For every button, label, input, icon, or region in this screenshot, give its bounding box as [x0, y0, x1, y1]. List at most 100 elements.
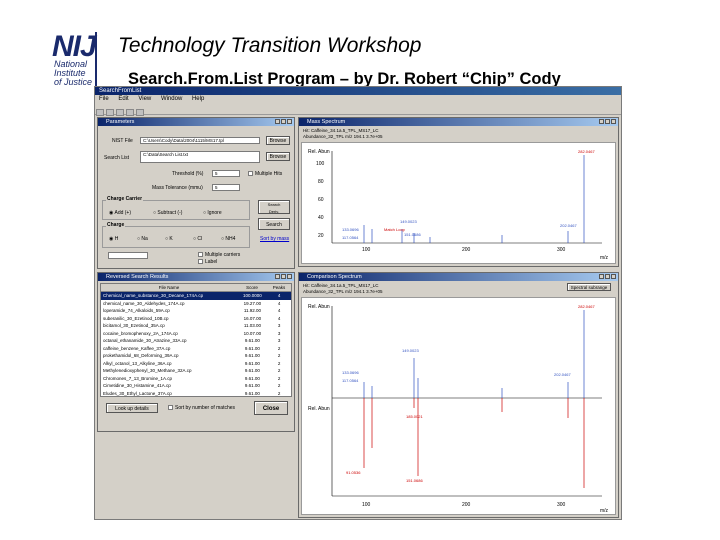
charge-na-radio[interactable]: ○ Na — [137, 236, 148, 242]
mass-spectrum-titlebar: Mass Spectrum — [299, 118, 618, 126]
close-icon[interactable] — [611, 119, 616, 124]
close-button[interactable]: Close — [254, 401, 288, 415]
ms-xtick: 200 — [462, 247, 471, 253]
ms-spectrum-svg: Rel. Abun 100 80 60 40 20 100 200 300 m/… — [308, 149, 609, 261]
col-file-name[interactable]: File Name — [101, 284, 237, 291]
sort-matches-checkbox[interactable] — [168, 405, 173, 410]
menu-file[interactable]: File — [99, 96, 109, 102]
multiple-carrier-checkbox[interactable] — [198, 252, 203, 257]
table-row[interactable]: Methylenedioxyphenyl_30_Methane_32A.cp 9.… — [101, 367, 291, 375]
menu-view[interactable]: View — [138, 96, 151, 102]
cs-xtick: 100 — [362, 502, 371, 508]
cell-peaks: 3 — [277, 323, 281, 328]
cs-upper-peaks — [363, 310, 585, 398]
carrier-input[interactable] — [108, 252, 148, 259]
look-up-details-button[interactable]: Look up details — [106, 403, 158, 413]
save-icon[interactable] — [116, 109, 124, 116]
charge-nh4-radio[interactable]: ○ NH4 — [221, 236, 235, 242]
carrier-add-radio[interactable]: ◉ Add (+) — [109, 210, 131, 216]
cs-y-label-top: Rel. Abun — [308, 304, 330, 310]
cell-score: 9.61.00 — [244, 353, 260, 358]
ms-peak-label: 117.0564 — [342, 235, 359, 240]
cell-file-name: Eludes_30_Ethyl_Lactone_37A.cp — [103, 390, 172, 396]
maximize-icon[interactable] — [281, 274, 286, 279]
ms-plot-area[interactable]: Rel. Abun 100 80 60 40 20 100 200 300 m/… — [301, 142, 616, 264]
multiple-carrier-label: Multiple carriers — [205, 252, 241, 258]
table-row[interactable]: octanal_ethanamide_30_Atrazine_33A.cp 9.6… — [101, 337, 291, 345]
cs-peak-label: 282.0467 — [578, 304, 595, 309]
menu-window[interactable]: Window — [161, 96, 182, 102]
carrier-subtract-radio[interactable]: ○ Subtract (-) — [153, 210, 182, 216]
nist-file-input[interactable]: C:\Users\Cody\Data\2004\1115\MS17.tpl — [140, 137, 260, 144]
table-row[interactable]: bicitamol_30_Ezetinod_35A.cp 11.03.00 3 — [101, 322, 291, 330]
charge-carrier-title: Charge Carrier — [106, 196, 144, 202]
browse-nist-button[interactable]: Browse — [266, 136, 290, 145]
search-button[interactable]: Search — [258, 218, 290, 230]
ms-peak-label: 282.0467 — [578, 149, 595, 154]
menu-help[interactable]: Help — [192, 96, 204, 102]
col-peaks[interactable]: Peaks — [267, 284, 291, 291]
new-icon[interactable] — [96, 109, 104, 116]
minimize-icon[interactable] — [599, 274, 604, 279]
minimize-icon[interactable] — [599, 119, 604, 124]
ms-xtick: 100 — [362, 247, 371, 253]
maximize-icon[interactable] — [281, 119, 286, 124]
sort-matches-label: Sort by number of matches — [175, 405, 236, 411]
table-row[interactable]: Chromones_7_13_Bromine_1A.cp 9.61.00 2 — [101, 375, 291, 383]
results-list[interactable]: File Name Score Peaks Chemical_name_subs… — [100, 283, 292, 397]
app-titlebar: SearchFromList — [95, 87, 621, 95]
minimize-icon[interactable] — [275, 274, 280, 279]
ms-y-label: Rel. Abun — [308, 149, 330, 155]
help-icon[interactable] — [136, 109, 144, 116]
cell-score: 19.27.00 — [243, 300, 262, 306]
maximize-icon[interactable] — [605, 119, 610, 124]
table-row[interactable]: Eludes_30_Ethyl_Lactone_37A.cp 9.61.00 2 — [101, 390, 291, 398]
charge-k-radio[interactable]: ○ K — [165, 236, 173, 242]
multiple-hits-checkbox[interactable] — [248, 171, 253, 176]
close-icon[interactable] — [611, 274, 616, 279]
cs-xtick: 200 — [462, 502, 471, 508]
table-row[interactable]: suberanilic_30_Ezetinod_10B.cp 16.07.00 4 — [101, 315, 291, 323]
print-icon[interactable] — [126, 109, 134, 116]
table-row[interactable]: chemical_name_30_Aldehydes_174A.cp 19.27.… — [101, 300, 291, 308]
minimize-icon[interactable] — [275, 119, 280, 124]
cs-y-label-bottom: Rel. Abun — [308, 406, 330, 412]
carrier-ignore-radio[interactable]: ○ Ignore — [203, 210, 222, 216]
search-from-list-button[interactable]: Search Deriv. — [258, 200, 290, 214]
cs-spectrum-svg: Rel. Abun Rel. Abun 133.0696 117.0564 14… — [308, 304, 609, 514]
comparison-spectrum-window: Comparison Spectrum Hit: Caffeine_34.1a.… — [298, 272, 619, 518]
mass-tol-label: Mass Tolerance (mmu) — [152, 185, 203, 191]
cs-plot-area[interactable]: Rel. Abun Rel. Abun 133.0696 117.0564 14… — [301, 297, 616, 515]
table-row[interactable]: Chemical_name_substance_30_Decane_174A.c… — [101, 292, 291, 300]
cell-file-name: suberanilic_30_Ezetinod_10B.cp — [103, 315, 169, 321]
open-icon[interactable] — [106, 109, 114, 116]
threshold-input[interactable]: 5 — [212, 170, 240, 177]
app-toolbar — [95, 104, 621, 116]
close-icon[interactable] — [287, 119, 292, 124]
charge-h-radio[interactable]: ◉ H — [109, 236, 118, 242]
mass-tol-input[interactable]: 5 — [212, 184, 240, 191]
spectral-subrange-button[interactable]: Spectral subrange — [567, 283, 611, 291]
col-score[interactable]: Score — [237, 284, 267, 291]
sort-by-mass-link[interactable]: Sort by mass — [260, 236, 289, 242]
close-icon[interactable] — [287, 274, 292, 279]
table-row[interactable]: prokethamidol_68_Deforming_39A.cp 9.61.00… — [101, 352, 291, 360]
cell-score: 10.07.00 — [243, 330, 262, 336]
label-checkbox[interactable] — [198, 259, 203, 264]
search-list-input[interactable]: C:\Data\Search List.txt — [140, 151, 260, 163]
table-row[interactable]: Cimetidine_30_Histamine_41A.cp 9.61.00 2 — [101, 382, 291, 390]
threshold-label: Threshold (%) — [172, 171, 204, 177]
ms-x-unit: m/z — [600, 255, 609, 261]
cell-file-name: Methylenedioxyphenyl_30_Methane_32A.cp — [103, 368, 192, 373]
cell-score: 100.0000 — [243, 293, 262, 298]
cell-score: 9.61.00 — [244, 360, 260, 366]
maximize-icon[interactable] — [605, 274, 610, 279]
table-row[interactable]: caffeine_benzene_Kaffee_37A.cp 9.61.00 2 — [101, 345, 291, 353]
browse-list-button[interactable]: Browse — [266, 152, 290, 161]
menu-edit[interactable]: Edit — [118, 96, 128, 102]
table-row[interactable]: cocaine_bromophenoxy_2A_174A.cp 10.07.00 3 — [101, 330, 291, 338]
table-row[interactable]: Alkyl_octanol_13_Alkyline_36A.cp 9.61.00 2 — [101, 360, 291, 368]
charge-cl-radio[interactable]: ○ Cl — [193, 236, 202, 242]
table-row[interactable]: loperamide_74_Alkaloids_59A.cp 11.92.00 4 — [101, 307, 291, 315]
cell-score: 9.61.00 — [244, 368, 260, 373]
